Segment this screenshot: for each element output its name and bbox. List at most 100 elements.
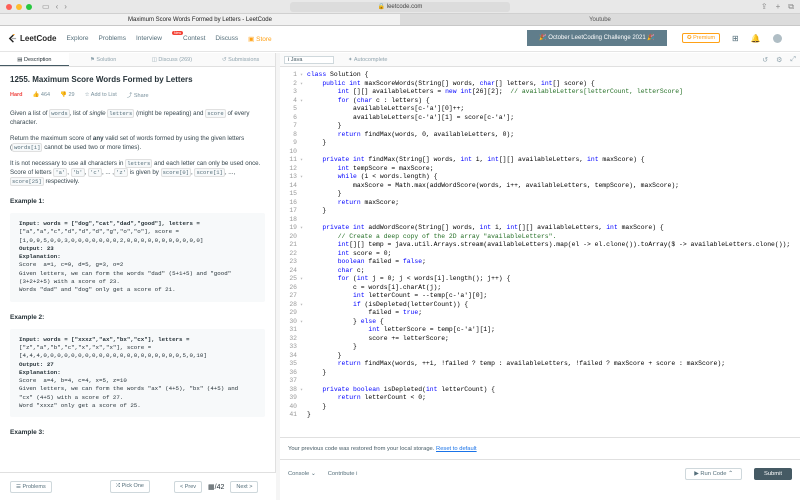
line-number: 32 (289, 334, 297, 342)
nav-explore[interactable]: Explore (66, 35, 88, 43)
fold-chevron-icon[interactable]: ▾ (300, 80, 307, 89)
code-line: 1 ▾ class Solution { (280, 71, 800, 80)
browser-toolbar: ▭ ‹ › 🔒 leetcode.com ⇪ + ⧉ (0, 0, 800, 14)
share-icon[interactable]: ⇪ (761, 2, 768, 12)
code-line: 21 int[][] temp = java.util.Arrays.strea… (280, 241, 800, 250)
code-letters: letters (107, 109, 135, 118)
nav-interview[interactable]: Interview New (135, 30, 183, 43)
line-number: 35 (289, 360, 297, 367)
fold-chevron-icon[interactable]: ▾ (300, 224, 307, 233)
example-line: Score a=1, c=9, d=5, g=3, o=2 (19, 261, 124, 269)
fold-chevron-icon[interactable]: ▾ (300, 386, 307, 395)
description-paragraph-2: Return the maximum score of any valid se… (10, 134, 265, 152)
code-text: while (i < words.length) { (337, 173, 438, 180)
leetcode-logo[interactable]: LeetCode (8, 33, 57, 44)
notification-bell-icon[interactable]: 🔔 (751, 34, 761, 43)
code-char: 'z' (114, 168, 128, 177)
fold-gutter (300, 139, 307, 148)
example-1-box: Input: words = ["dog","cat","dad","good"… (10, 213, 265, 302)
code-text: int letterScore = temp[c-'a'][1]; (368, 326, 495, 333)
line-number: 12 (289, 164, 297, 172)
premium-button[interactable]: ✪ Premium (682, 33, 721, 43)
minimize-window-button[interactable] (16, 3, 22, 10)
problems-button[interactable]: ☰ Problems (10, 480, 52, 493)
code-line: 16 return maxScore; (280, 199, 800, 208)
tab-solution[interactable]: ⚑ Solution (69, 53, 138, 66)
close-window-button[interactable] (6, 3, 12, 10)
playground-icon[interactable]: ⊞ (732, 34, 739, 43)
line-number: 13 (289, 173, 297, 180)
fullscreen-icon[interactable]: ⤢ (790, 56, 796, 64)
reset-to-default-link[interactable]: Reset to default (436, 446, 477, 452)
fold-chevron-icon[interactable]: ▾ (300, 71, 307, 80)
next-button[interactable]: Next > (230, 480, 259, 493)
code-line: 28 ▾ if (isDepleted(letterCount)) { (280, 301, 800, 310)
code-line: 31 int letterScore = temp[c-'a'][1]; (280, 326, 800, 335)
fold-chevron-icon[interactable]: ▾ (300, 318, 307, 327)
fold-gutter (300, 360, 307, 369)
address-bar[interactable]: 🔒 leetcode.com (290, 2, 510, 12)
line-number: 19 (289, 224, 297, 231)
add-to-list-button[interactable]: ☆ Add to List (85, 92, 117, 98)
nav-interview-label: Interview (135, 34, 162, 42)
fold-chevron-icon[interactable]: ▾ (300, 156, 307, 165)
example-line: "cx" (4+5) with a score of 27. (19, 393, 124, 401)
share-button[interactable]: ⤴ Share (127, 91, 149, 99)
fold-chevron-icon[interactable]: ▾ (300, 173, 307, 182)
reset-icon[interactable]: ↺ (762, 56, 768, 64)
browser-tab-youtube[interactable]: Youtube (400, 14, 800, 25)
zoom-window-button[interactable] (26, 3, 32, 10)
code-text: } (307, 402, 327, 410)
fold-gutter (300, 182, 307, 191)
page-count: /42 (214, 483, 225, 491)
code-text: public int maxScoreWords(String[] words,… (322, 79, 595, 87)
tab-discuss[interactable]: ◫ Discuss (269) (138, 53, 207, 66)
add-to-list-label: Add to List (90, 92, 117, 98)
nav-store[interactable]: ▣ Store (248, 35, 272, 43)
nav-contest[interactable]: Contest (183, 35, 205, 43)
tab-submissions[interactable]: ↺ Submissions (206, 53, 275, 66)
back-icon[interactable]: ‹ (56, 2, 59, 11)
avatar[interactable] (772, 34, 782, 43)
share-link-icon: ⤴ (126, 93, 133, 99)
nav-discuss[interactable]: Discuss (215, 35, 238, 43)
nav-problems[interactable]: Problems (99, 35, 126, 43)
code-line: 4 ▾ for (char c : letters) { (280, 97, 800, 106)
line-number: 15 (289, 190, 297, 197)
example-line: Word "xxxz" only get a score of 25. (19, 402, 141, 410)
submit-button[interactable]: Submit (753, 467, 792, 480)
code-text: availableLetters[c-'a'][1] = score[c-'a'… (307, 113, 515, 121)
challenge-banner[interactable]: 🎉 October LeetCoding Challenge 2021 🎉 (527, 30, 667, 46)
sidebar-icon[interactable]: ▭ (42, 2, 50, 11)
line-number: 11 (289, 156, 297, 163)
tabs-overview-icon[interactable]: ⧉ (788, 2, 794, 12)
example-line: ["z","a","b","c","x","x","x"], score = (19, 343, 152, 351)
new-tab-icon[interactable]: + (776, 2, 781, 12)
pick-one-button[interactable]: ⤮ Pick One (109, 480, 150, 493)
fold-chevron-icon[interactable]: ▾ (300, 301, 307, 310)
problem-title: 1255. Maximum Score Words Formed by Lett… (10, 75, 193, 84)
code-editor[interactable]: 1 ▾ class Solution {2 ▾ public int maxScore… (280, 67, 800, 437)
forward-icon[interactable]: › (64, 2, 67, 11)
code-text: class Solution { (307, 71, 369, 78)
browser-tab-leetcode[interactable]: Maximum Score Words Formed by Letters - … (0, 14, 400, 25)
problem-tabs: ▤ Description ⚑ Solution ◫ Discuss (269)… (0, 53, 275, 67)
code-line: 41} (280, 411, 800, 420)
code-line: 32 score += letterScore; (280, 335, 800, 344)
list-icon: ☰ (16, 483, 21, 490)
prev-button[interactable]: < Prev (173, 480, 203, 493)
autocomplete-toggle[interactable]: ✦ Autocomplete (348, 57, 387, 63)
tab-description[interactable]: ▤ Description (0, 53, 69, 66)
like-button[interactable]: 👍 464 (33, 92, 51, 98)
fold-chevron-icon[interactable]: ▾ (300, 275, 307, 284)
run-code-button[interactable]: ▶ Run Code ⌃ (685, 467, 742, 480)
contribute-button[interactable]: Contribute i (328, 471, 358, 477)
dislike-button[interactable]: 👎 29 (60, 92, 75, 98)
fold-chevron-icon[interactable]: ▾ (300, 97, 307, 106)
settings-gear-icon[interactable]: ⚙ (776, 56, 782, 64)
code-score: score (205, 109, 226, 118)
language-select[interactable]: i Java (284, 55, 334, 64)
console-button[interactable]: Console ⌄ (288, 471, 316, 477)
logo-text: LeetCode (20, 34, 57, 43)
nav-store-label: Store (256, 35, 272, 43)
